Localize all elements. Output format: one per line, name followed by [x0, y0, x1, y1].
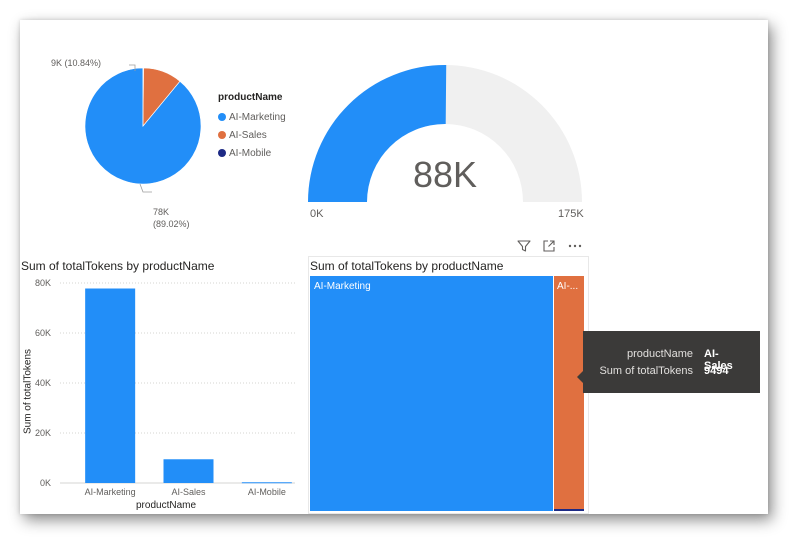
legend-title: productName [218, 92, 283, 103]
legend-dot-marketing [218, 113, 226, 121]
bar-ai-mobile[interactable] [241, 482, 292, 484]
bar-chart[interactable]: 80K 60K 40K 20K 0K AI-Marketing AI-Sales AI-Mo… [20, 256, 305, 514]
pie-label-large-value: 78K [153, 207, 170, 217]
bar-x-tick-label: AI-Sales [171, 487, 206, 497]
bar-y-tick-label: 20K [35, 428, 51, 438]
pie-label-small: 9K (10.84%) [51, 58, 102, 68]
bar-y-tick-label: 0K [40, 478, 51, 488]
tooltip-value: 9494 [704, 365, 729, 377]
treemap-label-ai-marketing: AI-Marketing [314, 281, 371, 292]
focus-mode-icon[interactable] [540, 237, 558, 255]
legend-dot-mobile [218, 149, 226, 157]
treemap-tile-ai-mobile[interactable] [554, 509, 584, 511]
gauge-value: 88K [412, 154, 478, 195]
tooltip: productName AI-Sales Sum of totalTokens … [577, 331, 760, 393]
report-canvas: 9K (10.84%) 78K (89.02%) productName AI-… [20, 20, 768, 514]
legend-dot-sales [218, 131, 226, 139]
treemap-tile-ai-marketing[interactable] [310, 276, 553, 511]
bar-x-axis-title: productName [136, 500, 197, 511]
gauge-min-label: 0K [310, 208, 324, 220]
tooltip-key: Sum of totalTokens [599, 365, 693, 377]
legend-item-label: AI-Marketing [229, 111, 286, 123]
bar-y-tick-label: 40K [35, 378, 51, 388]
bar-y-tick-label: 60K [35, 328, 51, 338]
tooltip-row-total: Sum of totalTokens 9494 [599, 365, 746, 377]
legend-item-label: AI-Sales [229, 129, 267, 141]
bar-chart-visual[interactable]: Sum of totalTokens by productName Sum of… [20, 256, 305, 514]
bar-x-tick-label: AI-Marketing [85, 487, 136, 497]
bar-ai-marketing[interactable] [85, 288, 136, 484]
treemap-label-ai-sales: AI-... [557, 281, 579, 292]
gauge-chart[interactable] [300, 40, 590, 230]
legend-item-ai-sales[interactable]: AI-Sales [218, 126, 308, 144]
legend-item-label: AI-Mobile [229, 147, 272, 159]
legend-item-ai-marketing[interactable]: AI-Marketing [218, 108, 308, 126]
gauge-max-label: 175K [558, 208, 584, 220]
treemap-title: Sum of totalTokens by productName [310, 259, 504, 273]
bar-ai-sales[interactable] [163, 459, 214, 483]
legend-item-ai-mobile[interactable]: AI-Mobile [218, 144, 308, 162]
gauge-visual[interactable]: 88K 0K 175K [300, 40, 590, 230]
pie-legend: productName AI-Marketing AI-Sales AI-Mob… [218, 92, 308, 162]
pie-leader-line-large [139, 183, 152, 193]
more-options-icon[interactable] [566, 237, 584, 255]
treemap-tile-ai-sales[interactable] [554, 276, 584, 509]
bar-x-tick-label: AI-Mobile [248, 487, 286, 497]
filter-icon[interactable] [515, 237, 533, 255]
tooltip-arrow [577, 371, 583, 383]
bar-y-tick-label: 80K [35, 278, 51, 288]
pie-label-large-pct: (89.02%) [153, 219, 190, 229]
treemap-visual[interactable]: Sum of totalTokens by productName AI-Mar… [308, 256, 590, 514]
